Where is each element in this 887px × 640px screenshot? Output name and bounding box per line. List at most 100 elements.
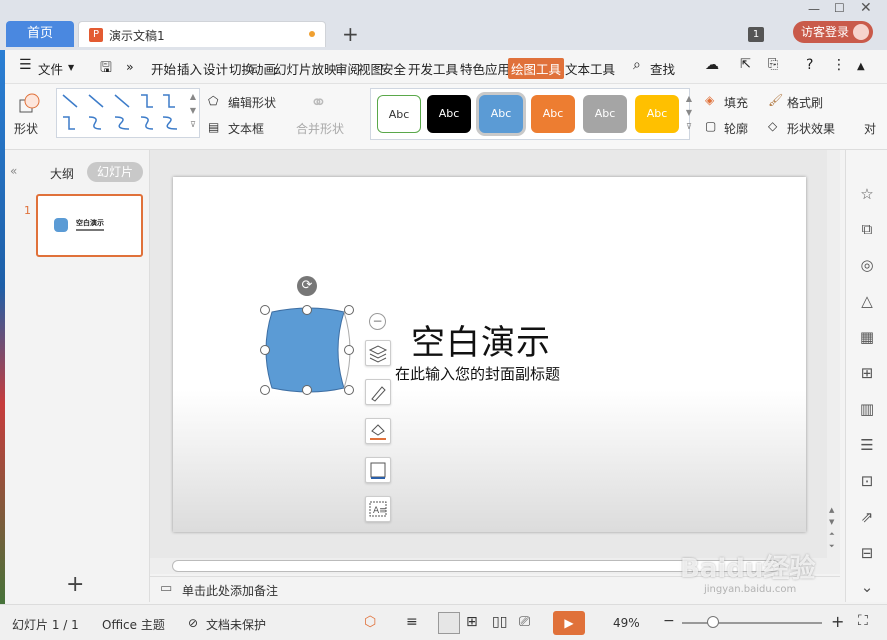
style-brush-button[interactable] xyxy=(365,379,391,405)
menu-review[interactable]: 审阅 xyxy=(335,59,360,78)
resize-handle-r[interactable] xyxy=(344,345,354,355)
image-icon[interactable]: ⊡ xyxy=(858,472,876,490)
window-count-badge[interactable]: 1 xyxy=(748,27,764,42)
tab-home[interactable]: 首页 xyxy=(6,21,74,47)
gallery-scroll[interactable]: ▲ ▼ ⊽ xyxy=(187,90,199,138)
selected-shape[interactable] xyxy=(262,305,354,397)
fill-button[interactable]: 填充 xyxy=(724,94,748,111)
tab-document[interactable]: P 演示文稿1 xyxy=(78,21,326,47)
shape-button[interactable]: 形状 xyxy=(14,120,38,137)
more-options-icon[interactable]: ⋮ xyxy=(832,57,846,73)
copy-icon[interactable]: ⧉ xyxy=(858,220,876,238)
resize-handle-t[interactable] xyxy=(302,305,312,315)
save-icon[interactable]: 🖫 xyxy=(100,57,112,81)
zoom-out-icon[interactable]: − xyxy=(663,613,675,629)
archive-icon[interactable]: ⊟ xyxy=(858,544,876,562)
scroll-up-icon[interactable]: ▲ xyxy=(829,506,834,514)
outline-icon[interactable]: ▢ xyxy=(705,119,716,133)
fill-icon[interactable]: ◈ xyxy=(705,93,714,107)
normal-view-icon[interactable] xyxy=(438,612,460,634)
grid-icon[interactable]: ⊞ xyxy=(858,364,876,382)
help-icon[interactable]: ? xyxy=(806,57,813,73)
zoom-in-icon[interactable]: + xyxy=(831,612,844,631)
notes-placeholder[interactable]: 单击此处添加备注 xyxy=(182,582,278,599)
chevron-down-icon[interactable]: ▼ xyxy=(68,63,74,72)
search-icon[interactable]: ⌕ xyxy=(633,57,641,73)
format-painter-icon[interactable]: 🖌 xyxy=(768,93,783,107)
settings-sliders-icon[interactable]: ☰ xyxy=(858,436,876,454)
line-shape-gallery[interactable] xyxy=(56,88,200,138)
menu-file[interactable]: 文件 xyxy=(38,59,63,78)
table-icon[interactable]: ▦ xyxy=(858,328,876,346)
scroll-down-icon[interactable]: ▼ xyxy=(829,518,834,526)
style-outline-green[interactable]: Abc xyxy=(377,95,421,133)
vertical-scrollbar[interactable]: ▲ ▼ ⏶ ⏷ xyxy=(827,150,840,560)
text-wrap-button[interactable]: A≡ xyxy=(365,496,391,522)
pin-icon[interactable]: ☆ xyxy=(858,185,876,203)
slide-sorter-icon[interactable]: ⊞ xyxy=(466,614,478,630)
share-icon[interactable]: ⇱ xyxy=(740,57,751,72)
style-blue-selected[interactable]: Abc xyxy=(479,95,523,133)
play-slideshow-button[interactable]: ▶ xyxy=(553,611,585,635)
textbox-button[interactable]: 文本框 xyxy=(228,120,264,137)
slide-subtitle[interactable]: 在此输入您的封面副标题 xyxy=(395,363,560,384)
edit-shape-icon[interactable]: ⬠ xyxy=(208,94,218,108)
format-painter-button[interactable]: 格式刷 xyxy=(787,94,823,111)
more-menu[interactable]: » xyxy=(126,59,134,74)
reading-view-icon[interactable]: ▯▯ xyxy=(492,614,507,630)
export-icon[interactable]: ⇗ xyxy=(858,508,876,526)
collapse-toolbar-icon[interactable]: − xyxy=(369,313,386,330)
menu-design[interactable]: 设计 xyxy=(203,59,228,78)
menu-drawing-tools[interactable]: 绘图工具 xyxy=(508,58,565,79)
protect-status[interactable]: 文档未保护 xyxy=(206,616,266,633)
collapse-ribbon-icon[interactable]: ▲ xyxy=(857,61,865,72)
zoom-slider-thumb[interactable] xyxy=(707,616,719,628)
presenter-view-icon[interactable]: ⎚ xyxy=(519,614,530,630)
style-gray[interactable]: Abc xyxy=(583,95,627,133)
shape-effects-icon[interactable]: ◇ xyxy=(768,119,777,133)
collapse-panel-icon[interactable]: « xyxy=(10,164,17,178)
style-gold[interactable]: Abc xyxy=(635,95,679,133)
style-orange[interactable]: Abc xyxy=(531,95,575,133)
menu-start[interactable]: 开始 xyxy=(151,59,176,78)
next-page-icon[interactable]: ⏷ xyxy=(829,542,835,551)
minimize-icon[interactable]: — xyxy=(808,2,820,16)
menu-security[interactable]: 安全 xyxy=(381,59,406,78)
menu-insert[interactable]: 插入 xyxy=(177,59,202,78)
theme-name[interactable]: Office 主题 xyxy=(102,616,165,633)
add-slide-button[interactable]: + xyxy=(66,572,84,597)
shape-icon[interactable] xyxy=(18,92,40,114)
resize-handle-br[interactable] xyxy=(344,385,354,395)
shape-style-gallery[interactable]: Abc Abc Abc Abc Abc Abc xyxy=(370,88,690,140)
zoom-level[interactable]: 49% xyxy=(613,616,640,630)
maximize-icon[interactable]: ☐ xyxy=(834,1,845,15)
rotate-handle-icon[interactable]: ⟳ xyxy=(297,276,317,296)
shape-effects-button[interactable]: 形状效果 xyxy=(787,120,835,137)
resize-handle-b[interactable] xyxy=(302,385,312,395)
search-label[interactable]: 查找 xyxy=(650,59,675,78)
menu-animation[interactable]: 动画 xyxy=(251,59,276,78)
expand-more-icon[interactable]: ⌄ xyxy=(858,578,876,596)
notes-toggle-icon[interactable]: ≡ xyxy=(406,614,418,630)
layers-panel-icon[interactable]: △ xyxy=(858,292,876,310)
zoom-slider[interactable] xyxy=(682,622,822,624)
menu-text-tools[interactable]: 文本工具 xyxy=(565,59,615,78)
close-icon[interactable]: ✕ xyxy=(860,0,872,16)
resize-handle-tr[interactable] xyxy=(344,305,354,315)
tab-slides[interactable]: 幻灯片 xyxy=(87,162,143,182)
menu-view[interactable]: 视图 xyxy=(358,59,383,78)
fit-window-icon[interactable]: ⛶ xyxy=(858,613,868,629)
edit-shape-button[interactable]: 编辑形状 xyxy=(228,94,276,111)
resize-handle-l[interactable] xyxy=(260,345,270,355)
slide-title[interactable]: 空白演示 xyxy=(411,315,551,364)
fill-shape-button[interactable] xyxy=(365,418,391,444)
template-icon[interactable]: ⎘ xyxy=(768,57,778,72)
login-button[interactable]: 访客登录 xyxy=(793,21,873,43)
shapes-icon[interactable]: ◎ xyxy=(858,256,876,274)
new-tab-button[interactable]: + xyxy=(342,22,359,46)
resize-handle-bl[interactable] xyxy=(260,385,270,395)
slide-thumbnail[interactable]: 空白演示 xyxy=(36,194,143,257)
beautify-icon[interactable]: ⬡ xyxy=(364,614,376,630)
hamburger-icon[interactable]: ☰ xyxy=(19,57,32,73)
menu-features[interactable]: 特色应用 xyxy=(460,59,510,78)
